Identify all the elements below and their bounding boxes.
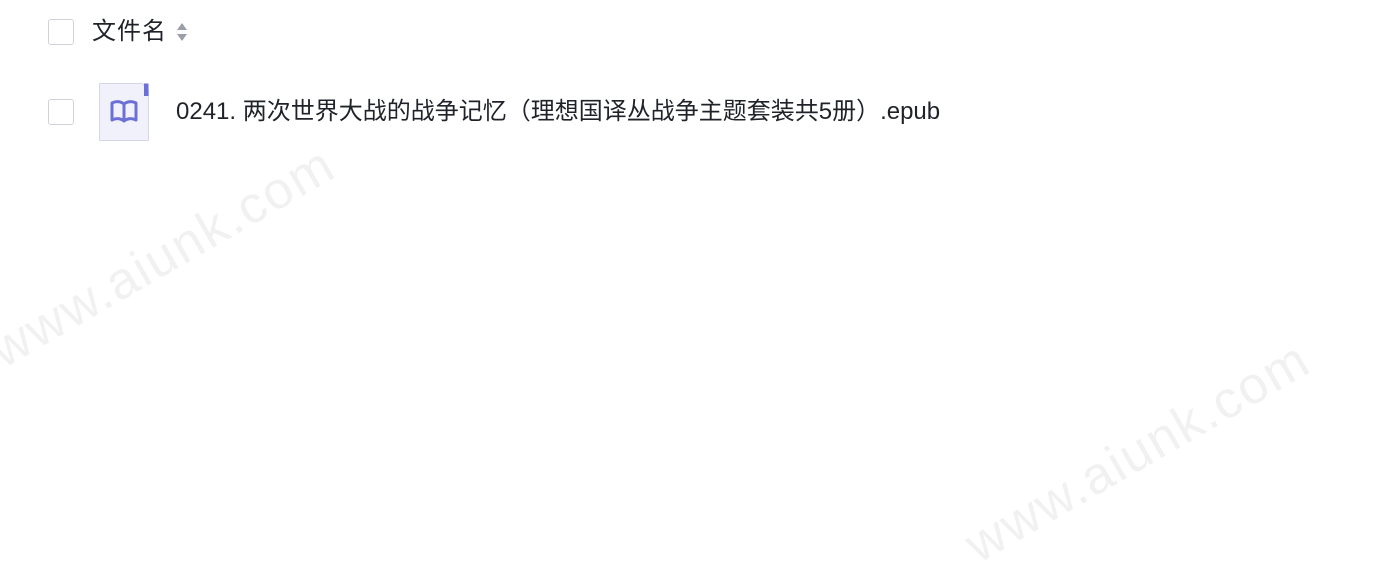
file-name-link[interactable]: 0241. 两次世界大战的战争记忆（理想国译丛战争主题套装共5册）.epub	[176, 97, 940, 127]
sort-icon[interactable]	[175, 19, 189, 45]
table-header: 文件名	[48, 17, 189, 47]
file-table: 文件名 0241. 两次世界大战的战争记忆（理想国译丛战争主题套装共5册）.ep…	[0, 0, 1384, 588]
row-checkbox[interactable]	[48, 99, 74, 125]
table-row[interactable]: 0241. 两次世界大战的战争记忆（理想国译丛战争主题套装共5册）.epub	[48, 82, 940, 142]
filename-column-header[interactable]: 文件名	[92, 17, 167, 47]
epub-book-icon	[98, 82, 150, 142]
select-all-checkbox[interactable]	[48, 19, 74, 45]
